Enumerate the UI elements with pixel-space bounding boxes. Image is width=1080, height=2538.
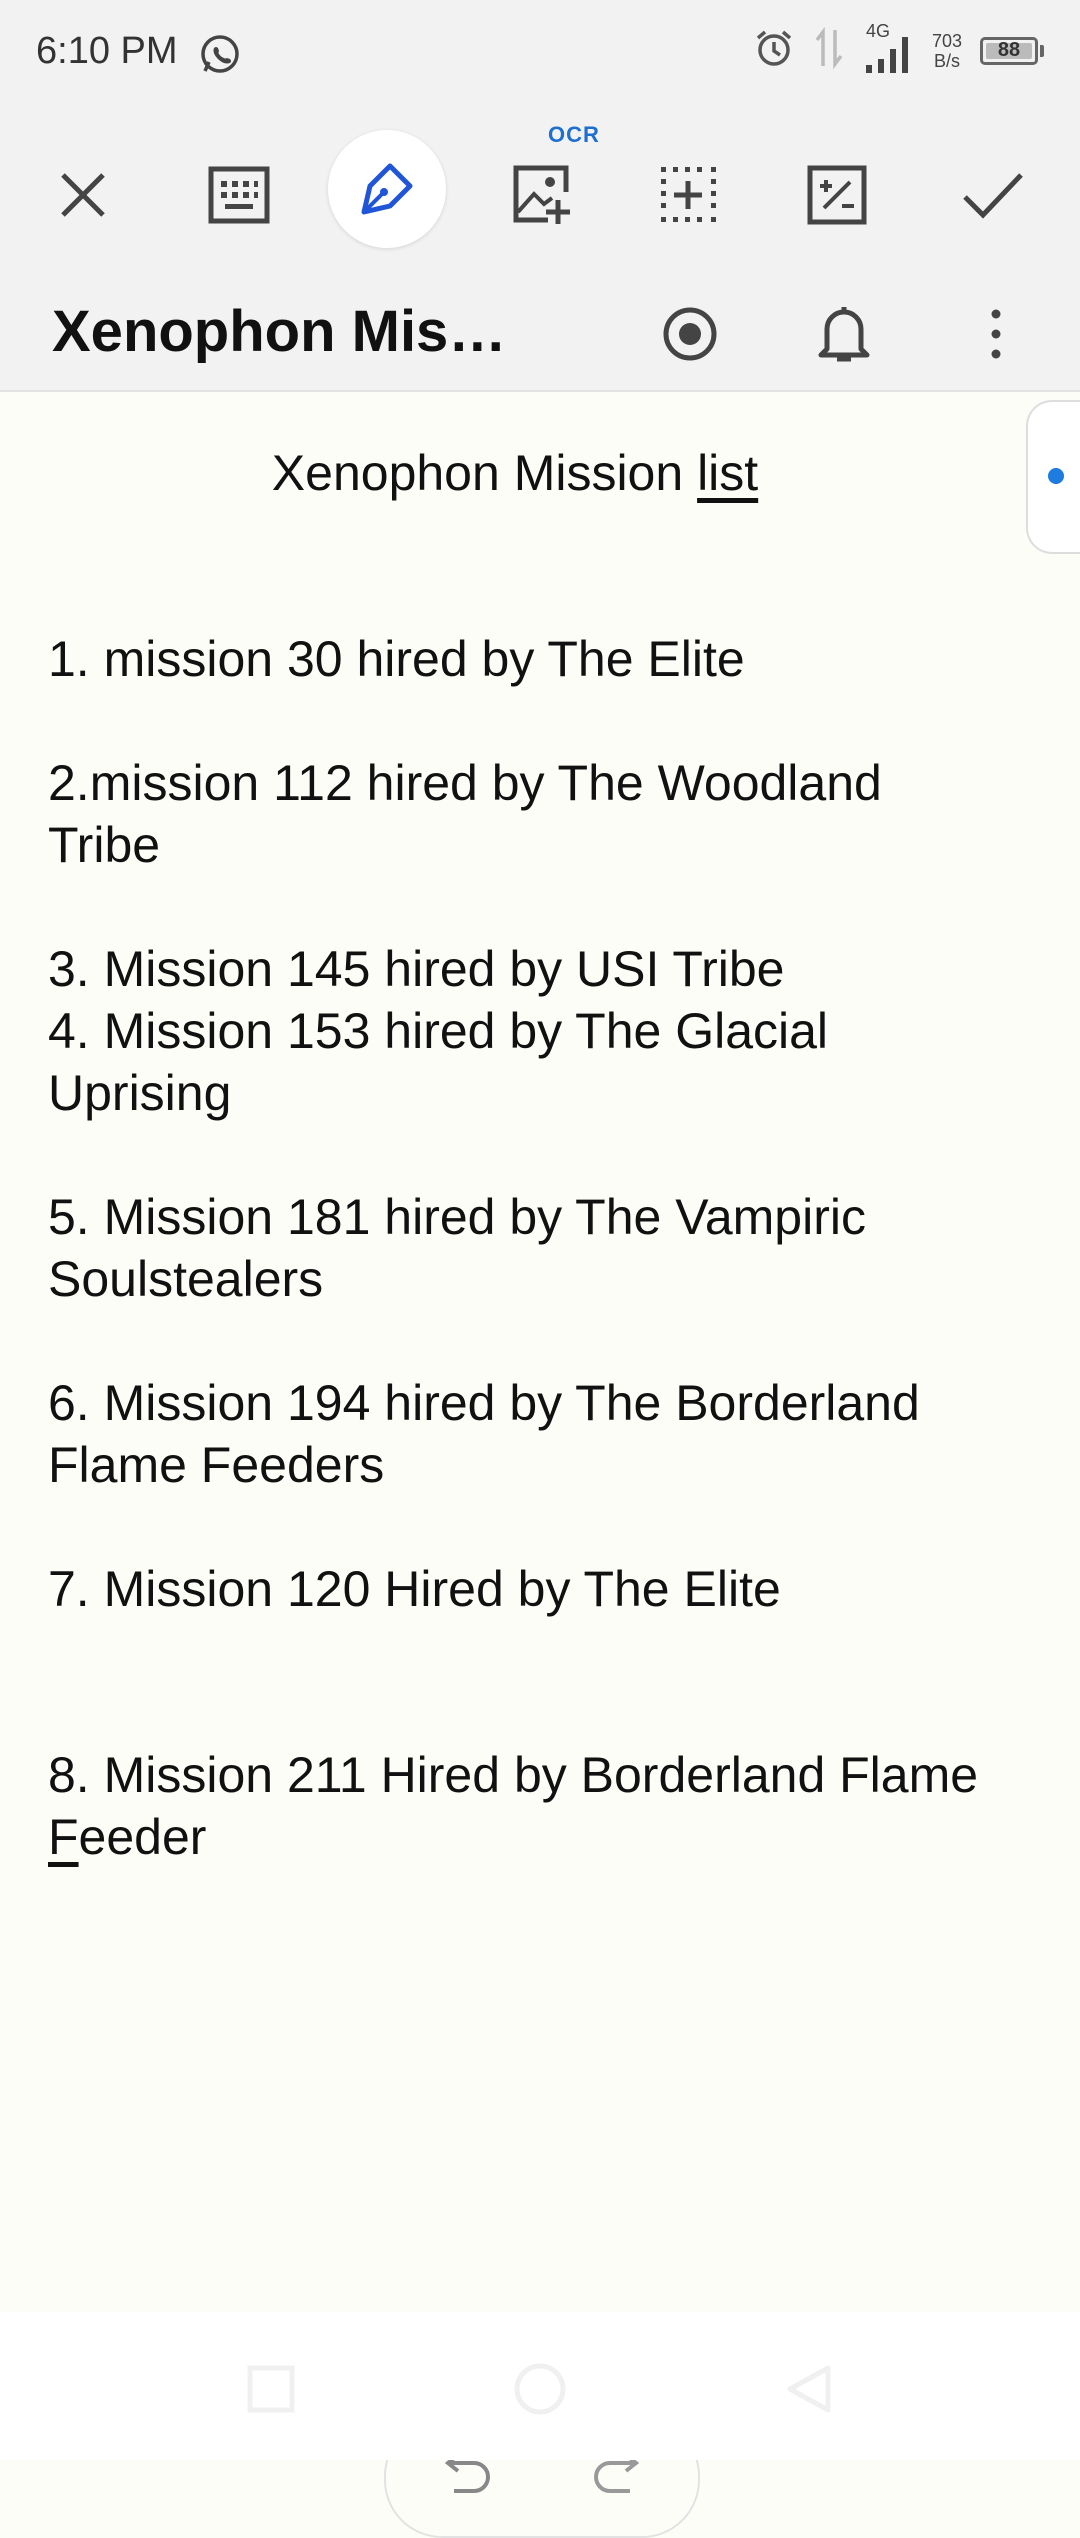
reminder-button[interactable] <box>804 294 884 374</box>
title-bar: Xenophon Missi... <box>0 270 1080 392</box>
more-options-button[interactable] <box>956 294 1036 374</box>
list-item: 7. Mission 120 Hired by The Elite <box>48 1561 781 1617</box>
status-time: 6:10 PM <box>36 30 178 72</box>
bell-icon <box>818 307 870 362</box>
whatsapp-icon <box>198 32 242 81</box>
list-item: 5. Mission 181 hired by The Vampiric Sou… <box>48 1189 866 1307</box>
battery-icon: 88 <box>980 36 1044 65</box>
ocr-badge: OCR <box>548 122 600 147</box>
list-item: 1. mission 30 hired by The Elite <box>48 631 745 687</box>
grid-add-icon <box>661 167 716 222</box>
square-icon <box>247 2365 295 2413</box>
recents-button[interactable] <box>236 2354 306 2424</box>
image-add-icon <box>513 165 570 224</box>
pen-mode-button[interactable] <box>328 130 446 248</box>
back-triangle-icon <box>787 2365 831 2413</box>
list-item: 4. Mission 153 hired by The Glacial Upri… <box>48 1003 829 1121</box>
document-title[interactable]: Xenophon Missi... <box>52 298 532 365</box>
data-transfer-icon <box>814 26 844 75</box>
heading-text: Xenophon Mission <box>271 445 698 501</box>
note-canvas[interactable]: Xenophon Mission list 1. mission 30 hire… <box>0 392 1080 2538</box>
record-button[interactable] <box>650 294 730 374</box>
scroll-position-indicator <box>1048 468 1064 484</box>
list-item-text: 8. Mission 211 Hired by Borderland Flame <box>48 1747 979 1803</box>
close-button[interactable] <box>38 150 128 240</box>
home-button[interactable] <box>505 2354 575 2424</box>
keyboard-button[interactable] <box>194 150 284 240</box>
network-speed: 703 B/s <box>932 31 962 71</box>
back-button[interactable] <box>774 2354 844 2424</box>
signal-icon: 4G <box>862 21 914 75</box>
heading-underlined-text: list <box>697 445 759 501</box>
pen-icon <box>361 163 413 215</box>
navigation-bar <box>0 2312 1080 2460</box>
list-item: 8. Mission 211 Hired by Borderland Flame… <box>48 1744 1038 1868</box>
scale-button[interactable] <box>792 150 882 240</box>
list-item-text: eeder <box>78 1809 207 1865</box>
status-bar: 6:10 PM 4G 703 B/s 88 <box>0 0 1080 110</box>
alarm-icon <box>752 26 796 75</box>
more-vert-icon <box>991 309 1001 359</box>
zoom-icon <box>807 165 867 225</box>
list-item: 6. Mission 194 hired by The Borderland F… <box>48 1375 920 1493</box>
confirm-button[interactable] <box>948 150 1038 240</box>
redo-button[interactable] <box>592 2452 648 2504</box>
list-item-underlined-text: F <box>48 1809 79 1865</box>
insert-image-button[interactable] <box>496 150 586 240</box>
keyboard-icon <box>208 166 270 224</box>
list-item: 2.mission 112 hired by The Woodland Trib… <box>48 755 882 873</box>
check-icon <box>963 173 1023 219</box>
close-icon <box>61 173 105 217</box>
network-speed-value: 703 <box>931 30 962 51</box>
list-item: 3. Mission 145 hired by USI Tribe <box>48 941 785 997</box>
page-heading: Xenophon Mission list <box>0 444 1030 502</box>
network-speed-unit: B/s <box>933 50 960 71</box>
scroll-handle[interactable] <box>1026 400 1080 554</box>
battery-level: 88 <box>997 39 1021 61</box>
record-icon <box>663 307 717 361</box>
undo-button[interactable] <box>436 2452 492 2504</box>
editor-toolbar: OCR <box>0 110 1080 270</box>
circle-icon <box>514 2363 566 2415</box>
insert-space-button[interactable] <box>644 150 734 240</box>
